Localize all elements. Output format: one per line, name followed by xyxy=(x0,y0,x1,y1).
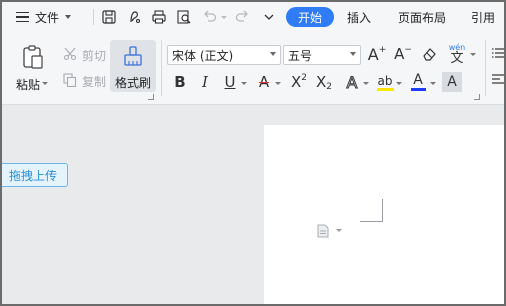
bold-icon[interactable]: B xyxy=(170,72,190,92)
clear-format-icon[interactable] xyxy=(420,45,438,63)
chevron-down-icon xyxy=(270,52,276,56)
bullets-icon[interactable] xyxy=(492,46,504,60)
format-painter-icon xyxy=(122,45,144,67)
font-size-select[interactable]: 五号 xyxy=(283,45,361,65)
paste-button[interactable]: 粘贴 xyxy=(16,76,40,93)
drag-upload-hint[interactable]: 拖拽上传 xyxy=(2,163,69,187)
highlight-dropdown-icon[interactable] xyxy=(396,82,402,85)
hamburger-icon xyxy=(16,12,29,22)
copy-button[interactable]: 复制 xyxy=(82,73,106,90)
home-ribbon: 粘贴 剪切 复制 格式刷 宋体 (正文) 五号 A + A − wén 文 B … xyxy=(2,32,504,105)
save-icon[interactable] xyxy=(100,8,118,26)
tab-insert[interactable]: 插入 xyxy=(347,2,371,32)
cut-button[interactable]: 剪切 xyxy=(82,47,106,64)
paste-dropdown-icon[interactable] xyxy=(42,82,48,85)
font-color-dropdown-icon[interactable] xyxy=(430,82,436,85)
paste-options-icon[interactable] xyxy=(316,223,330,239)
font-color-icon[interactable]: A xyxy=(408,72,428,92)
strikethrough-icon[interactable]: A xyxy=(254,72,274,92)
export-pdf-icon[interactable] xyxy=(126,8,144,26)
file-menu-button[interactable]: 文件 xyxy=(16,2,72,32)
subscript-icon[interactable]: X2 xyxy=(313,72,335,92)
print-icon[interactable] xyxy=(150,8,168,26)
paste-icon[interactable] xyxy=(20,44,46,70)
font-name-select[interactable]: 宋体 (正文) xyxy=(167,45,281,65)
clipboard-dialog-launcher[interactable] xyxy=(148,94,154,100)
format-painter-button[interactable]: 格式刷 xyxy=(110,40,156,92)
menu-bar: 文件 开始 插入 页面布局 引用 xyxy=(2,2,504,32)
divider xyxy=(93,9,94,25)
chevron-down-icon xyxy=(350,52,356,56)
highlight-color-icon[interactable]: ab xyxy=(375,72,395,92)
strikethrough-dropdown-icon[interactable] xyxy=(275,82,281,85)
copy-icon xyxy=(62,72,78,88)
print-preview-icon[interactable] xyxy=(175,8,193,26)
underline-dropdown-icon[interactable] xyxy=(241,82,247,85)
pinyin-dropdown-icon[interactable] xyxy=(470,53,476,56)
text-effect-dropdown-icon[interactable] xyxy=(363,82,369,85)
file-menu-label: 文件 xyxy=(35,10,60,25)
redo-icon[interactable] xyxy=(233,8,251,26)
format-painter-label: 格式刷 xyxy=(115,76,152,90)
align-left-icon[interactable] xyxy=(492,72,504,88)
grow-font-icon[interactable]: A + xyxy=(366,43,388,65)
paste-options-dropdown-icon[interactable] xyxy=(336,229,342,232)
margin-corner-mark xyxy=(360,199,383,222)
wps-writer-window: 文件 开始 插入 页面布局 引用 粘贴 剪切 复制 格式刷 宋体 (正文) 五号… xyxy=(2,2,504,304)
chevron-down-icon xyxy=(65,15,72,19)
document-workspace: 拖拽上传 xyxy=(2,105,504,304)
document-page[interactable] xyxy=(264,125,504,304)
character-shading-icon[interactable]: A xyxy=(442,72,462,92)
divider xyxy=(161,40,162,96)
undo-icon[interactable] xyxy=(201,8,219,26)
shrink-font-icon[interactable]: A − xyxy=(392,43,414,65)
font-dialog-launcher[interactable] xyxy=(474,94,480,100)
underline-icon[interactable]: U xyxy=(220,72,240,92)
tab-page-layout[interactable]: 页面布局 xyxy=(398,2,446,32)
quick-access-more-icon[interactable] xyxy=(260,8,278,26)
undo-dropdown-icon[interactable] xyxy=(221,16,227,19)
text-effect-icon[interactable]: A xyxy=(342,72,362,92)
tab-home[interactable]: 开始 xyxy=(286,7,334,27)
superscript-icon[interactable]: X2 xyxy=(288,72,310,92)
pinyin-guide-icon[interactable]: wén 文 xyxy=(446,42,468,66)
scissors-icon xyxy=(62,46,78,62)
italic-icon[interactable]: I xyxy=(195,72,215,92)
tab-references[interactable]: 引用 xyxy=(471,2,495,32)
divider xyxy=(485,40,486,96)
